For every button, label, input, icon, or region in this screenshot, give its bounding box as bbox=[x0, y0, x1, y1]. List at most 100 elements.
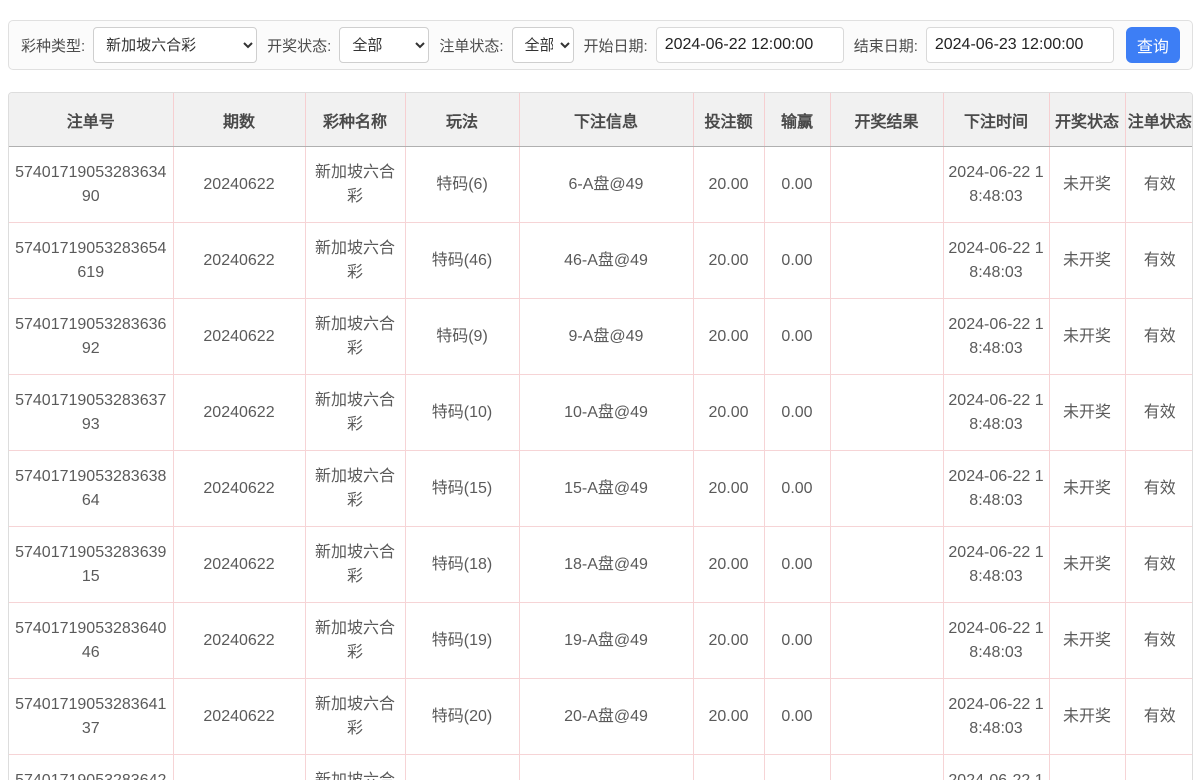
cell-bet-amount: 20.00 bbox=[692, 222, 764, 299]
order-status-select[interactable]: 全部 bbox=[511, 27, 574, 63]
order-status-label: 注单状态: bbox=[439, 37, 504, 55]
col-header-draw-result: 开奖结果 bbox=[829, 93, 943, 147]
table-row: 5740171905328363864 20240622 新加坡六合彩 特码(15) 1… bbox=[9, 450, 1192, 527]
filter-bar: 彩种类型: 新加坡六合彩 开奖状态: 全部 注单状态: 全部 开始日期: 结束日… bbox=[8, 20, 1193, 70]
cell-order-status: 有效 bbox=[1124, 374, 1192, 451]
cell-order-status: 有效 bbox=[1124, 222, 1192, 299]
header-row: 注单号 期数 彩种名称 玩法 下注信息 投注额 输赢 开奖结果 下注时间 开奖状态 注单状态 bbox=[9, 93, 1192, 147]
cell-bet-info: 20-A盘@49 bbox=[518, 678, 693, 755]
cell-win-loss: 0.00 bbox=[763, 602, 830, 679]
cell-win-loss: 0.00 bbox=[763, 526, 830, 603]
cell-bet-info: 22-A盘@49 bbox=[518, 754, 693, 780]
cell-lottery-name: 新加坡六合彩 bbox=[304, 298, 405, 375]
cell-draw-status: 未开奖 bbox=[1048, 298, 1125, 375]
cell-draw-result bbox=[829, 526, 943, 603]
cell-bet-info: 15-A盘@49 bbox=[518, 450, 693, 527]
cell-win-loss: 0.00 bbox=[763, 374, 830, 451]
cell-play-type: 特码(6) bbox=[404, 146, 519, 223]
cell-order-no: 57401719053283654619 bbox=[9, 222, 173, 299]
col-header-win-loss: 输赢 bbox=[763, 93, 830, 147]
cell-draw-result bbox=[829, 450, 943, 527]
lottery-type-select[interactable]: 新加坡六合彩 bbox=[93, 27, 258, 63]
cell-order-status: 有效 bbox=[1124, 526, 1192, 603]
cell-draw-result bbox=[829, 298, 943, 375]
cell-bet-amount: 20.00 bbox=[692, 678, 764, 755]
cell-order-no: 5740171905328363490 bbox=[9, 146, 173, 223]
cell-period: 20240622 bbox=[172, 374, 305, 451]
cell-bet-time: 2024-06-22 18:48:03 bbox=[942, 222, 1049, 299]
cell-bet-info: 6-A盘@49 bbox=[518, 146, 693, 223]
table-row: 57401719053283654619 20240622 新加坡六合彩 特码(46)… bbox=[9, 222, 1192, 299]
cell-period: 20240622 bbox=[172, 298, 305, 375]
cell-play-type: 特码(18) bbox=[404, 526, 519, 603]
cell-bet-time: 2024-06-22 18:48:03 bbox=[942, 146, 1049, 223]
start-date-input[interactable] bbox=[655, 27, 844, 63]
cell-bet-info: 46-A盘@49 bbox=[518, 222, 693, 299]
query-button[interactable]: 查询 bbox=[1125, 27, 1180, 63]
cell-order-status: 有效 bbox=[1124, 602, 1192, 679]
cell-period: 20240622 bbox=[172, 146, 305, 223]
cell-order-no: 5740171905328363915 bbox=[9, 526, 173, 603]
filter-group-order-status: 注单状态: 全部 bbox=[439, 27, 574, 63]
cell-lottery-name: 新加坡六合彩 bbox=[304, 146, 405, 223]
cell-period: 20240622 bbox=[172, 450, 305, 527]
col-header-order-status: 注单状态 bbox=[1124, 93, 1192, 147]
cell-win-loss: 0.00 bbox=[763, 298, 830, 375]
cell-order-status: 有效 bbox=[1124, 754, 1192, 780]
col-header-lottery-name: 彩种名称 bbox=[304, 93, 405, 147]
cell-play-type: 特码(22) bbox=[404, 754, 519, 780]
cell-play-type: 特码(15) bbox=[404, 450, 519, 527]
cell-win-loss: 0.00 bbox=[763, 450, 830, 527]
cell-order-no: 5740171905328364137 bbox=[9, 678, 173, 755]
cell-lottery-name: 新加坡六合彩 bbox=[304, 678, 405, 755]
cell-draw-result bbox=[829, 146, 943, 223]
cell-lottery-name: 新加坡六合彩 bbox=[304, 526, 405, 603]
bets-table: 注单号 期数 彩种名称 玩法 下注信息 投注额 输赢 开奖结果 下注时间 开奖状态 注单状态 574… bbox=[9, 93, 1192, 780]
cell-draw-status: 未开奖 bbox=[1048, 754, 1125, 780]
cell-play-type: 特码(46) bbox=[404, 222, 519, 299]
bets-table-container: 注单号 期数 彩种名称 玩法 下注信息 投注额 输赢 开奖结果 下注时间 开奖状态 注单状态 574… bbox=[8, 92, 1193, 780]
cell-bet-amount: 20.00 bbox=[692, 374, 764, 451]
cell-bet-info: 10-A盘@49 bbox=[518, 374, 693, 451]
cell-period: 20240622 bbox=[172, 754, 305, 780]
cell-bet-info: 18-A盘@49 bbox=[518, 526, 693, 603]
cell-bet-time: 2024-06-22 18:48:03 bbox=[942, 754, 1049, 780]
cell-bet-amount: 20.00 bbox=[692, 602, 764, 679]
cell-bet-time: 2024-06-22 18:48:03 bbox=[942, 678, 1049, 755]
cell-lottery-name: 新加坡六合彩 bbox=[304, 374, 405, 451]
cell-bet-amount: 20.00 bbox=[692, 754, 764, 780]
cell-order-no: 5740171905328364046 bbox=[9, 602, 173, 679]
cell-bet-time: 2024-06-22 18:48:03 bbox=[942, 374, 1049, 451]
cell-draw-result bbox=[829, 754, 943, 780]
cell-lottery-name: 新加坡六合彩 bbox=[304, 450, 405, 527]
cell-draw-result bbox=[829, 222, 943, 299]
col-header-bet-info: 下注信息 bbox=[518, 93, 693, 147]
col-header-bet-time: 下注时间 bbox=[942, 93, 1049, 147]
filter-group-end-date: 结束日期: bbox=[854, 27, 1114, 63]
cell-bet-amount: 20.00 bbox=[692, 298, 764, 375]
filter-group-draw-status: 开奖状态: 全部 bbox=[267, 27, 430, 63]
cell-win-loss: 0.00 bbox=[763, 146, 830, 223]
end-date-input[interactable] bbox=[925, 27, 1114, 63]
col-header-play-type: 玩法 bbox=[404, 93, 519, 147]
cell-order-no: 5740171905328363692 bbox=[9, 298, 173, 375]
table-row: 574017190532836422820240622新加坡六合彩特码(22)2… bbox=[9, 754, 1192, 780]
cell-win-loss: 0.00 bbox=[763, 222, 830, 299]
col-header-order-no: 注单号 bbox=[9, 93, 173, 147]
draw-status-select[interactable]: 全部 bbox=[339, 27, 430, 63]
cell-draw-status: 未开奖 bbox=[1048, 526, 1125, 603]
lottery-type-label: 彩种类型: bbox=[21, 37, 86, 55]
cell-draw-result bbox=[829, 678, 943, 755]
cell-lottery-name: 新加坡六合彩 bbox=[304, 222, 405, 299]
table-row: 5740171905328364046 20240622 新加坡六合彩 特码(19) 1… bbox=[9, 602, 1192, 679]
cell-draw-result bbox=[829, 374, 943, 451]
cell-order-status: 有效 bbox=[1124, 450, 1192, 527]
cell-bet-time: 2024-06-22 18:48:03 bbox=[942, 602, 1049, 679]
table-row: 5740171905328363692 20240622 新加坡六合彩 特码(9) 9-… bbox=[9, 298, 1192, 375]
cell-period: 20240622 bbox=[172, 678, 305, 755]
cell-order-status: 有效 bbox=[1124, 678, 1192, 755]
cell-bet-time: 2024-06-22 18:48:03 bbox=[942, 450, 1049, 527]
cell-draw-status: 未开奖 bbox=[1048, 450, 1125, 527]
cell-draw-status: 未开奖 bbox=[1048, 374, 1125, 451]
cell-bet-info: 19-A盘@49 bbox=[518, 602, 693, 679]
